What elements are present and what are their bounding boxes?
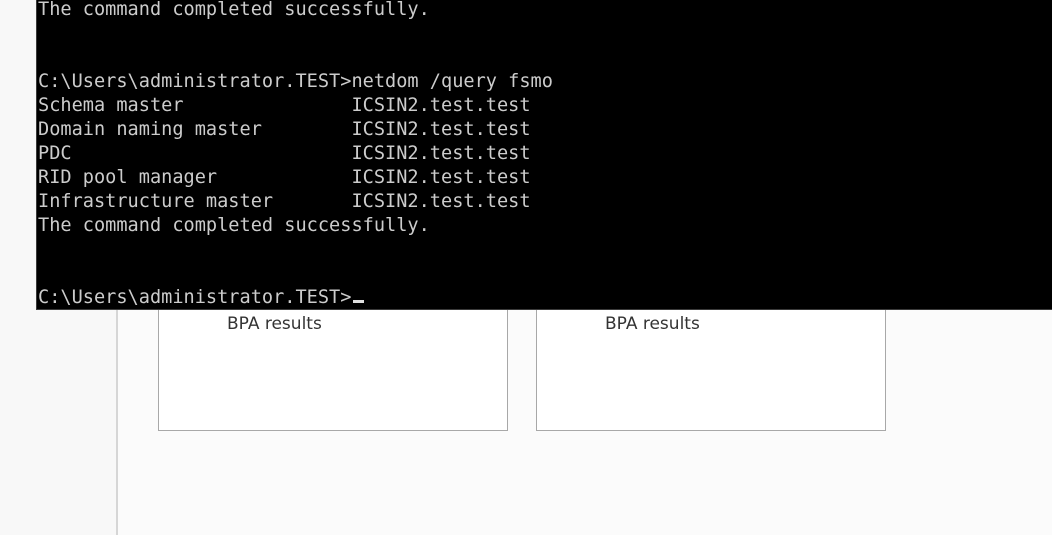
console-output-line: Domain naming master ICSIN2.test.test xyxy=(38,119,531,140)
dashboard-tile-2: BPA results xyxy=(536,302,886,431)
console-output-line: PDC ICSIN2.test.test xyxy=(38,143,531,164)
console-prompt: C:\Users\administrator.TEST> xyxy=(38,287,352,308)
console-output-line: The command completed successfully. xyxy=(38,0,430,20)
console-output-line: RID pool manager ICSIN2.test.test xyxy=(38,167,531,188)
dashboard-tile-1: BPA results xyxy=(158,302,508,431)
text-cursor xyxy=(353,300,365,303)
desktop: BPA results BPA results The command comp… xyxy=(0,0,1052,535)
command-prompt-window[interactable]: The command completed successfully. C:\U… xyxy=(36,0,1052,310)
console-output-line: Infrastructure master ICSIN2.test.test xyxy=(38,191,531,212)
console-output-line: Schema master ICSIN2.test.test xyxy=(38,95,531,116)
bpa-results-link[interactable]: BPA results xyxy=(605,314,700,334)
bpa-results-link[interactable]: BPA results xyxy=(227,314,322,334)
console-output-line: The command completed successfully. xyxy=(38,215,430,236)
console-command-line: C:\Users\administrator.TEST>netdom /quer… xyxy=(38,71,553,92)
console-prompt-line[interactable]: C:\Users\administrator.TEST> xyxy=(38,286,365,309)
